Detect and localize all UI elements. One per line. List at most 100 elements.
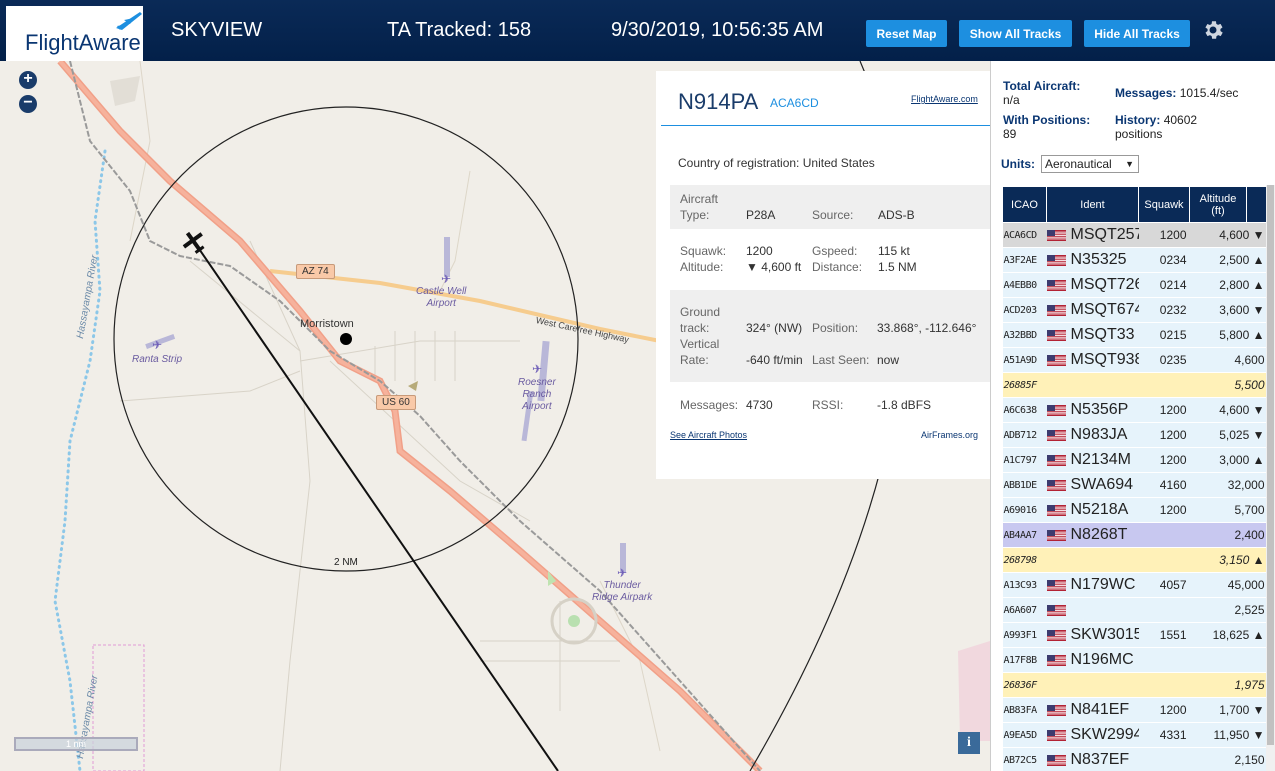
us-flag-icon <box>1046 280 1066 292</box>
row-squawk: 0214 <box>1138 272 1190 298</box>
table-row[interactable]: ACD203 MSQT674 0232 3,600 ▼ <box>1002 297 1266 323</box>
messages-label: Messages: <box>680 398 739 412</box>
header-altitude[interactable]: Altitude (ft) <box>1189 186 1247 223</box>
last-seen-label: Last Seen: <box>812 353 870 367</box>
table-row[interactable]: A32BBD MSQT33 0215 5,800 ▲ <box>1002 322 1266 348</box>
row-icao: A17F8B <box>1002 647 1047 673</box>
road-shield-us60: US 60 <box>376 395 416 410</box>
track-position-block: Ground track: 324° (NW) Position: 33.868… <box>670 290 990 382</box>
row-flag-cell <box>1046 572 1069 598</box>
us-flag-icon <box>1046 405 1066 417</box>
table-row[interactable]: A4EBB0 MSQT726 0214 2,800 ▲ <box>1002 272 1266 298</box>
table-row[interactable]: 26885F 5,500 <box>1002 372 1266 398</box>
row-flag-cell <box>1046 497 1069 523</box>
row-icao: A6A607 <box>1002 597 1047 623</box>
table-row[interactable]: A1C797 N2134M 1200 3,000 ▲ <box>1002 447 1266 473</box>
position-value: 33.868°, -112.646° <box>877 321 977 335</box>
zoom-in-button[interactable]: + <box>19 71 37 89</box>
row-flag-cell <box>1046 672 1069 698</box>
current-datetime: 9/30/2019, 10:56:35 AM <box>611 19 824 41</box>
table-row[interactable]: AB4AA7 N8268T 2,400 <box>1002 522 1266 548</box>
row-squawk: 1200 <box>1138 422 1190 448</box>
messages-rate-label: Messages: <box>1115 86 1177 100</box>
units-select[interactable]: Aeronautical ▼ <box>1041 155 1139 173</box>
row-altitude <box>1189 647 1266 673</box>
table-row[interactable]: A6A607 2,525 <box>1002 597 1266 623</box>
gspeed-value: 115 kt <box>878 244 910 258</box>
table-row[interactable]: AB72C5 N837EF 2,150 <box>1002 747 1266 771</box>
row-icao: 268798 <box>1002 547 1047 573</box>
row-flag-cell <box>1046 597 1069 623</box>
info-icon[interactable]: i <box>958 732 980 754</box>
table-row[interactable]: A69016 N5218A 1200 5,700 <box>1002 497 1266 523</box>
header-squawk[interactable]: Squawk <box>1138 186 1190 223</box>
table-row[interactable]: A17F8B N196MC <box>1002 647 1266 673</box>
row-ident: SWA694 <box>1068 472 1139 498</box>
rssi-value: -1.8 dBFS <box>877 398 932 412</box>
row-squawk <box>1138 647 1190 673</box>
squawk-value: 1200 <box>746 244 773 258</box>
total-aircraft-stat: Total Aircraft: n/a <box>1003 79 1113 107</box>
table-row[interactable]: A9EA5D SKW2994 4331 11,950 ▼ <box>1002 722 1266 748</box>
row-ident: N35325 <box>1068 247 1139 273</box>
svg-text:✈: ✈ <box>152 338 162 352</box>
row-squawk: 0234 <box>1138 247 1190 273</box>
row-icao: A13C93 <box>1002 572 1047 598</box>
table-row[interactable]: A51A9D MSQT938 0235 4,600 <box>1002 347 1266 373</box>
row-flag-cell <box>1046 647 1069 673</box>
table-row[interactable]: AB83FA N841EF 1200 1,700 ▼ <box>1002 697 1266 723</box>
table-row[interactable]: A13C93 N179WC 4057 45,000 <box>1002 572 1266 598</box>
row-icao: A9EA5D <box>1002 722 1047 748</box>
row-ident: MSQT726 <box>1068 272 1139 298</box>
table-row[interactable]: A3F2AE N35325 0234 2,500 ▲ <box>1002 247 1266 273</box>
show-all-tracks-button[interactable]: Show All Tracks <box>959 20 1072 47</box>
reset-map-button[interactable]: Reset Map <box>866 20 947 47</box>
us-flag-icon <box>1046 755 1066 767</box>
messages-stat: Messages: 1015.4/sec <box>1115 86 1275 100</box>
row-icao: 26836F <box>1002 672 1047 698</box>
row-icao: ADB712 <box>1002 422 1047 448</box>
table-row[interactable]: 268798 3,150 ▲ <box>1002 547 1266 573</box>
row-flag-cell <box>1046 347 1069 373</box>
hide-all-tracks-button[interactable]: Hide All Tracks <box>1084 20 1190 47</box>
row-flag-cell <box>1046 372 1069 398</box>
flightaware-logo[interactable]: FlightAware <box>6 6 143 61</box>
row-altitude: 3,000 ▲ <box>1189 447 1266 473</box>
country-label: Country of registration: <box>678 156 800 170</box>
row-ident: SKW3015 <box>1068 622 1139 648</box>
table-row[interactable]: ABB1DE SWA694 4160 32,000 <box>1002 472 1266 498</box>
row-altitude: 2,400 <box>1189 522 1266 548</box>
flightaware-link[interactable]: FlightAware.com <box>911 94 978 104</box>
row-flag-cell <box>1046 747 1069 771</box>
gear-icon[interactable] <box>1201 18 1225 42</box>
with-positions-value: 89 <box>1003 127 1017 141</box>
aircraft-photos-link[interactable]: See Aircraft Photos <box>670 430 747 440</box>
table-row[interactable]: A6C638 N5356P 1200 4,600 ▼ <box>1002 397 1266 423</box>
row-squawk <box>1138 597 1190 623</box>
airframes-link[interactable]: AirFrames.org <box>921 430 978 440</box>
row-icao: A1C797 <box>1002 447 1047 473</box>
row-squawk: 1200 <box>1138 447 1190 473</box>
row-ident: N5356P <box>1068 397 1139 423</box>
table-row[interactable]: ADB712 N983JA 1200 5,025 ▼ <box>1002 422 1266 448</box>
row-altitude: 3,150 ▲ <box>1189 547 1266 573</box>
row-icao: A4EBB0 <box>1002 272 1047 298</box>
header-icao[interactable]: ICAO <box>1002 186 1047 223</box>
altitude-value: ▼ 4,600 ft <box>746 260 802 274</box>
row-flag-cell <box>1046 547 1069 573</box>
app-title: SKYVIEW <box>171 19 263 41</box>
aircraft-table-container[interactable]: ICAO Ident Squawk Altitude (ft) ACA6CD MS… <box>1002 186 1266 771</box>
ground-track-label: Ground track: <box>680 305 721 335</box>
table-row[interactable]: ACA6CD MSQT257 1200 4,600 ▼ <box>1002 222 1266 248</box>
scrollbar-thumb[interactable] <box>1267 185 1274 745</box>
header-ident[interactable]: Ident <box>1046 186 1139 223</box>
distance-label: Distance: <box>812 260 863 274</box>
zoom-out-button[interactable]: − <box>19 95 37 113</box>
skyview-app: FlightAware SKYVIEW TA Tracked: 158 9/30… <box>0 0 1275 771</box>
messages-rssi-block: Messages: 4730 RSSI: -1.8 dBFS <box>670 391 990 421</box>
us-flag-icon <box>1046 705 1066 717</box>
table-scrollbar[interactable] <box>1266 185 1275 771</box>
row-flag-cell <box>1046 247 1069 273</box>
table-row[interactable]: 26836F 1,975 <box>1002 672 1266 698</box>
table-row[interactable]: A993F1 SKW3015 1551 18,625 ▲ <box>1002 622 1266 648</box>
